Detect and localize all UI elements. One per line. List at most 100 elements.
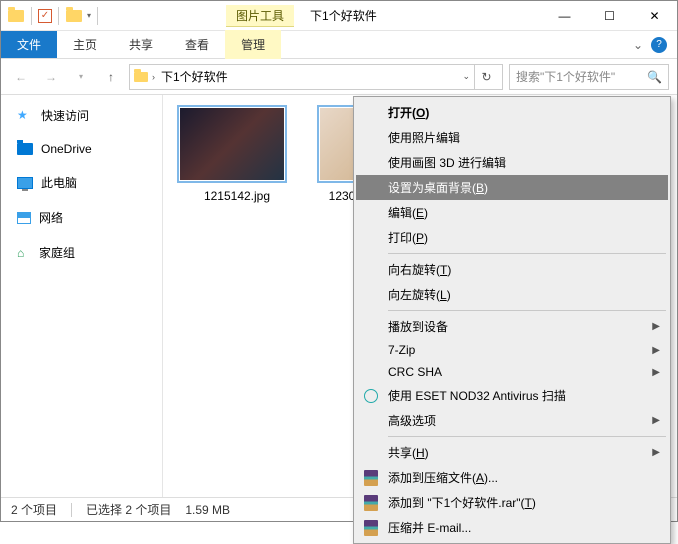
menu-item[interactable]: 向右旋转(T) — [356, 257, 668, 282]
search-placeholder: 搜索"下1个好软件" — [516, 68, 615, 85]
status-selection: 已选择 2 个项目 — [86, 501, 171, 518]
menu-item[interactable]: 7-Zip ▶ — [356, 339, 668, 361]
sidebar-item-homegroup[interactable]: ⌂ 家庭组 — [1, 240, 162, 265]
menu-item[interactable]: 高级选项 ▶ — [356, 408, 668, 433]
menu-item[interactable]: 使用画图 3D 进行编辑 — [356, 150, 668, 175]
menu-item-label: 编辑(E) — [388, 204, 428, 221]
chevron-right-icon: ▶ — [652, 321, 660, 332]
menu-separator — [388, 253, 666, 254]
star-icon: ★ — [17, 108, 33, 124]
tab-home[interactable]: 主页 — [57, 30, 113, 59]
eset-icon — [362, 387, 380, 405]
search-input[interactable]: 搜索"下1个好软件" 🔍 — [509, 64, 669, 90]
contextual-tab-header: 图片工具 — [226, 5, 294, 27]
context-menu: 打开(O) 使用照片编辑使用画图 3D 进行编辑设置为桌面背景(B) 编辑(E) 打印… — [353, 96, 671, 544]
tab-view[interactable]: 查看 — [169, 30, 225, 59]
menu-item[interactable]: 压缩并 E-mail... — [356, 515, 668, 540]
sidebar-item-label: 此电脑 — [41, 174, 77, 191]
sidebar-item-label: 家庭组 — [39, 244, 75, 261]
sidebar-item-network[interactable]: 网络 — [1, 205, 162, 230]
chevron-right-icon: ▶ — [652, 367, 660, 378]
file-item[interactable]: 1215142.jpg — [177, 105, 297, 203]
rar-icon — [362, 519, 380, 537]
chevron-down-icon[interactable]: ▾ — [87, 11, 91, 20]
menu-item-label: 使用 ESET NOD32 Antivirus 扫描 — [388, 387, 566, 404]
menu-item-label: 添加到 "下1个好软件.rar"(T) — [388, 494, 536, 511]
menu-item-label: 设置为桌面背景(B) — [388, 179, 488, 196]
ribbon-tabs: 文件 主页 共享 查看 管理 ⌄ ? — [1, 31, 677, 59]
chevron-down-icon[interactable]: ⌄ — [462, 71, 470, 82]
window-title: 下1个好软件 — [300, 7, 542, 24]
menu-item[interactable]: 向左旋转(L) — [356, 282, 668, 307]
refresh-button[interactable]: ↻ — [474, 65, 498, 89]
expand-ribbon-icon[interactable]: ⌄ — [633, 38, 643, 52]
menu-separator — [388, 436, 666, 437]
menu-item[interactable]: 打开(O) — [356, 100, 668, 125]
status-size: 1.59 MB — [185, 503, 230, 517]
rar-icon — [362, 469, 380, 487]
folder-icon[interactable] — [7, 7, 25, 25]
menu-item[interactable]: 播放到设备 ▶ — [356, 314, 668, 339]
menu-item[interactable]: 使用 ESET NOD32 Antivirus 扫描 — [356, 383, 668, 408]
menu-item[interactable]: 使用照片编辑 — [356, 125, 668, 150]
file-tab[interactable]: 文件 — [1, 31, 57, 58]
menu-separator — [388, 310, 666, 311]
maximize-button[interactable]: ☐ — [587, 1, 632, 30]
quick-access-toolbar: ✓ ▾ — [1, 7, 106, 25]
help-icon[interactable]: ? — [651, 37, 667, 53]
sidebar-item-label: 网络 — [39, 209, 63, 226]
menu-item-label: 播放到设备 — [388, 318, 448, 335]
menu-item-label: 高级选项 — [388, 412, 436, 429]
back-button[interactable]: ← — [9, 65, 33, 89]
sidebar-item-label: 快速访问 — [41, 107, 89, 124]
menu-item-label: 向右旋转(T) — [388, 261, 451, 278]
sidebar-item-label: OneDrive — [41, 142, 92, 156]
menu-item-label: 使用照片编辑 — [388, 129, 460, 146]
menu-item[interactable]: 添加到压缩文件(A)... — [356, 465, 668, 490]
properties-icon[interactable]: ✓ — [38, 9, 52, 23]
menu-item-label: 添加到压缩文件(A)... — [388, 469, 498, 486]
up-button[interactable]: ↑ — [99, 65, 123, 89]
tab-share[interactable]: 共享 — [113, 30, 169, 59]
sidebar-item-quick-access[interactable]: ★ 快速访问 — [1, 103, 162, 128]
search-icon[interactable]: 🔍 — [647, 70, 662, 84]
network-icon — [17, 212, 31, 224]
menu-item-label: 打印(P) — [388, 229, 428, 246]
menu-item[interactable]: 添加到 "下1个好软件.rar"(T) — [356, 490, 668, 515]
sidebar-item-this-pc[interactable]: 此电脑 — [1, 170, 162, 195]
recent-locations-icon[interactable]: ▾ — [69, 65, 93, 89]
menu-item[interactable]: 设置为桌面背景(B) — [356, 175, 668, 200]
sidebar: ★ 快速访问 OneDrive 此电脑 网络 ⌂ 家庭组 — [1, 95, 163, 497]
onedrive-icon — [17, 143, 33, 155]
breadcrumb-segment[interactable]: 下1个好软件 — [159, 68, 230, 85]
menu-item-label: 共享(H) — [388, 444, 429, 461]
home-icon: ⌂ — [17, 246, 31, 260]
minimize-button[interactable]: — — [542, 1, 587, 30]
menu-item[interactable]: CRC SHA ▶ — [356, 361, 668, 383]
menu-item-label: 向左旋转(L) — [388, 286, 451, 303]
forward-button[interactable]: → — [39, 65, 63, 89]
thumbnail-image — [177, 105, 287, 183]
menu-item[interactable]: 打印(P) — [356, 225, 668, 250]
titlebar: ✓ ▾ 图片工具 下1个好软件 — ☐ ✕ — [1, 1, 677, 31]
sidebar-item-onedrive[interactable]: OneDrive — [1, 138, 162, 160]
menu-item-label: 7-Zip — [388, 343, 415, 357]
menu-item[interactable]: 共享(H) ▶ — [356, 440, 668, 465]
file-name: 1215142.jpg — [177, 189, 297, 203]
rar-icon — [362, 494, 380, 512]
menu-item-label: 打开(O) — [388, 104, 429, 121]
menu-item-label: CRC SHA — [388, 365, 442, 379]
chevron-right-icon: ▶ — [652, 447, 660, 458]
address-bar[interactable]: › 下1个好软件 ⌄ ↻ — [129, 64, 503, 90]
chevron-right-icon: ▶ — [652, 345, 660, 356]
menu-item-label: 使用画图 3D 进行编辑 — [388, 154, 506, 171]
folder-icon — [134, 72, 148, 82]
close-button[interactable]: ✕ — [632, 1, 677, 30]
tab-manage[interactable]: 管理 — [225, 30, 281, 59]
navigation-bar: ← → ▾ ↑ › 下1个好软件 ⌄ ↻ 搜索"下1个好软件" 🔍 — [1, 59, 677, 95]
folder-icon[interactable] — [65, 7, 83, 25]
pc-icon — [17, 177, 33, 189]
chevron-right-icon: ▶ — [652, 415, 660, 426]
menu-item[interactable]: 编辑(E) — [356, 200, 668, 225]
status-item-count: 2 个项目 — [11, 501, 57, 518]
